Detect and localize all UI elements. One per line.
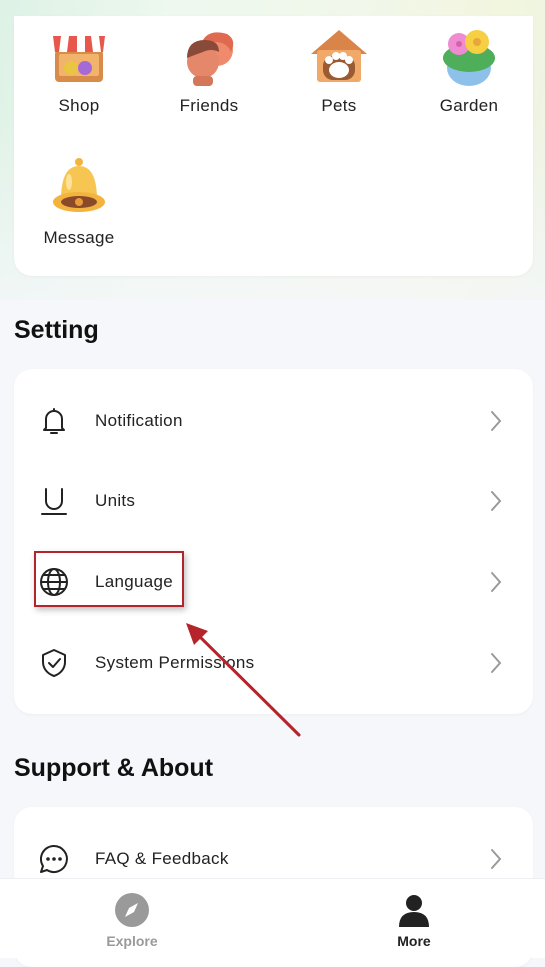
settings-row-label: Units xyxy=(95,491,136,510)
friends-icon xyxy=(187,32,234,86)
feature-shop[interactable]: Shop xyxy=(14,24,144,116)
pets-icon xyxy=(311,30,367,82)
settings-row-units[interactable]: Units xyxy=(14,461,533,541)
shop-icon xyxy=(53,36,105,82)
garden-icon xyxy=(443,30,495,86)
nav-more[interactable]: More xyxy=(354,891,474,949)
annotation-highlight-box xyxy=(34,551,184,607)
chat-bubble-icon xyxy=(39,844,68,873)
units-icon xyxy=(41,488,67,515)
bottom-nav: Explore More xyxy=(0,878,545,958)
feature-garden[interactable]: Garden xyxy=(404,24,534,116)
chevron-right-icon xyxy=(491,572,502,592)
message-bell-icon xyxy=(53,158,105,212)
chevron-right-icon xyxy=(491,653,502,673)
chevron-right-icon xyxy=(491,849,502,869)
settings-row-notification[interactable]: Notification xyxy=(14,381,533,461)
feature-label: Pets xyxy=(321,96,357,115)
section-title-support: Support & About xyxy=(14,754,214,782)
feature-label: Friends xyxy=(179,96,239,115)
feature-friends[interactable]: Friends xyxy=(144,24,274,116)
chevron-right-icon xyxy=(491,491,502,511)
nav-explore[interactable]: Explore xyxy=(72,891,192,949)
support-row-label: FAQ & Feedback xyxy=(95,849,229,868)
feature-pets[interactable]: Pets xyxy=(274,24,404,116)
feature-label: Shop xyxy=(58,96,100,115)
feature-label: Garden xyxy=(439,96,499,115)
features-card: Shop Friends Pets Garden Message xyxy=(14,16,533,276)
annotation-arrow-icon xyxy=(186,623,301,737)
settings-row-label: Notification xyxy=(95,411,183,430)
bell-outline-icon xyxy=(43,408,65,434)
chevron-right-icon xyxy=(491,411,502,431)
compass-icon xyxy=(115,893,149,927)
shield-check-icon xyxy=(42,649,66,677)
nav-label: More xyxy=(397,933,431,949)
section-title-setting: Setting xyxy=(14,316,99,344)
feature-message[interactable]: Message xyxy=(14,156,144,248)
feature-label: Message xyxy=(43,228,115,247)
person-icon xyxy=(399,895,429,927)
nav-label: Explore xyxy=(106,933,158,949)
